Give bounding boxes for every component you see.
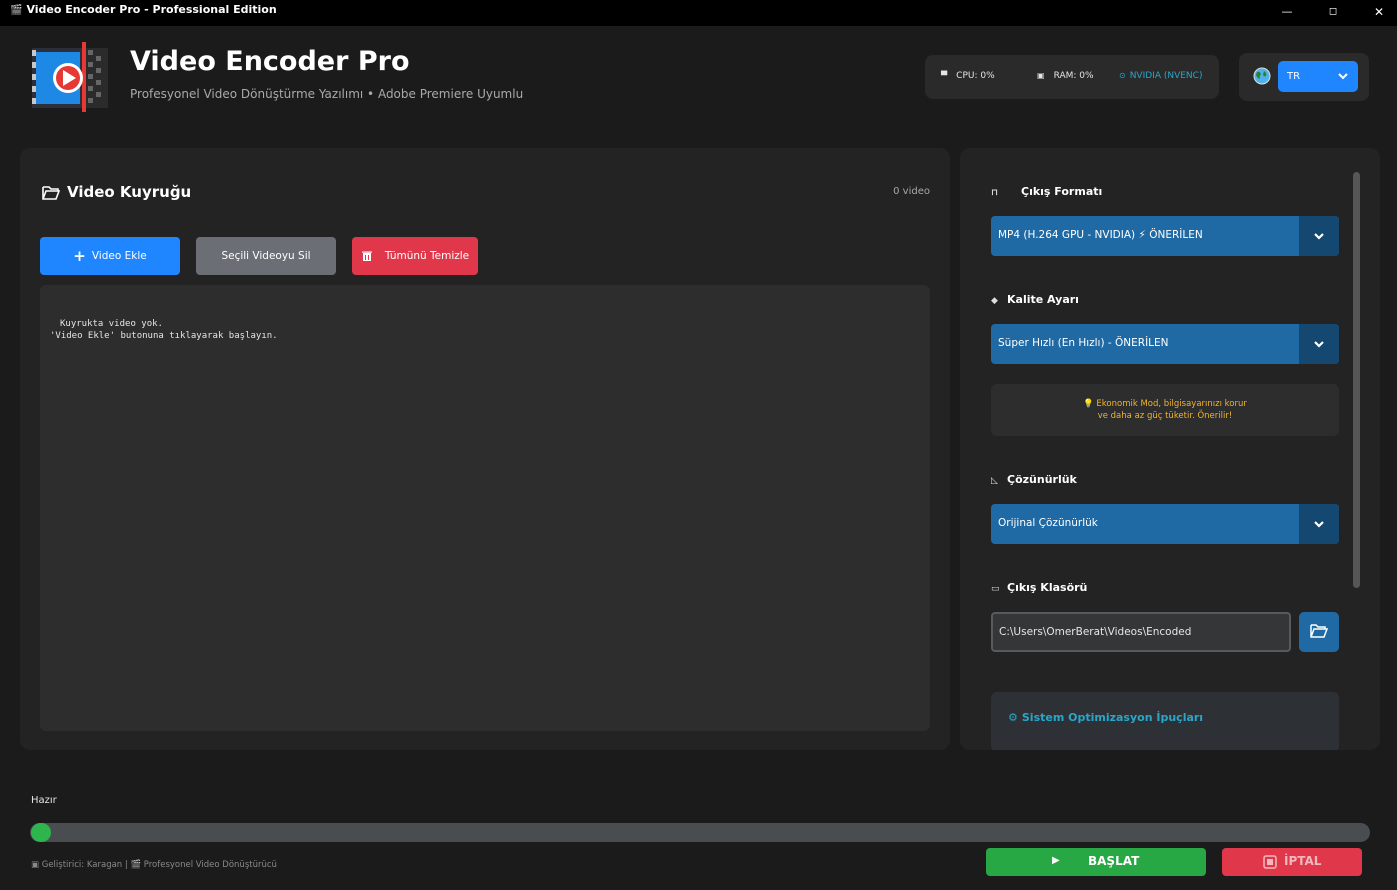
quality-dropdown[interactable]: Süper Hızlı (En Hızlı) - ÖNERİLEN xyxy=(991,324,1339,364)
language-box: TR xyxy=(1239,53,1369,101)
economy-mode-tip: 💡 Ekonomik Mod, bilgisayarınızı korur ve… xyxy=(991,384,1339,436)
cpu-usage: ▀ CPU: 0% xyxy=(941,71,995,81)
minimize-button[interactable]: — xyxy=(1264,0,1310,26)
footer-credits: ▣ Geliştirici: Karagan | 🎬 Profesyonel V… xyxy=(31,860,277,870)
start-button[interactable]: ▶ BAŞLAT xyxy=(986,848,1206,876)
folder-open-icon xyxy=(1310,624,1328,638)
queue-title: Video Kuyruğu xyxy=(67,183,192,201)
close-button[interactable]: ✕ xyxy=(1356,0,1397,26)
optimization-title: ⚙ Sistem Optimizasyon İpuçları xyxy=(1008,711,1204,724)
film-icon: ⊓ xyxy=(991,188,999,198)
developer-icon: ▣ xyxy=(31,860,42,870)
maximize-button[interactable]: ◻ xyxy=(1310,0,1356,26)
gear-icon: ⚙ xyxy=(1008,711,1018,724)
globe-icon xyxy=(1253,67,1271,85)
ruler-icon: ◺ xyxy=(991,476,998,486)
browse-folder-button[interactable] xyxy=(1299,612,1339,652)
add-video-button[interactable]: + Video Ekle xyxy=(40,237,180,275)
output-folder-input[interactable]: C:\Users\OmerBerat\Videos\Encoded xyxy=(991,612,1291,652)
chevron-down-icon xyxy=(1338,73,1348,80)
progress-fill xyxy=(31,823,51,842)
cancel-button[interactable]: İPTAL xyxy=(1222,848,1362,876)
quality-dropdown-arrow[interactable] xyxy=(1299,324,1339,364)
system-monitor: ▀ CPU: 0% ▣ RAM: 0% ⊙ NVIDIA (NVENC) xyxy=(925,55,1219,99)
trash-icon xyxy=(361,251,372,261)
chevron-down-icon xyxy=(1314,521,1324,528)
app-title: Video Encoder Pro xyxy=(130,46,410,77)
gpu-icon: ⊙ xyxy=(1119,71,1126,80)
output-format-dropdown[interactable]: MP4 (H.264 GPU - NVIDIA) ⚡ ÖNERİLEN xyxy=(991,216,1339,256)
diamond-icon: ◆ xyxy=(991,296,998,306)
cpu-icon: ▀ xyxy=(941,71,948,80)
video-queue-list[interactable]: Kuyrukta video yok. 'Video Ekle' butonun… xyxy=(40,285,930,731)
app-logo xyxy=(30,42,110,112)
optimization-tips-box: ⚙ Sistem Optimizasyon İpuçları xyxy=(991,692,1339,750)
chevron-down-icon xyxy=(1314,341,1324,348)
output-folder-label: ▭ Çıkış Klasörü xyxy=(991,581,1088,594)
resolution-dropdown-arrow[interactable] xyxy=(1299,504,1339,544)
language-select[interactable]: TR xyxy=(1278,61,1358,92)
ram-icon: ▣ xyxy=(1037,71,1045,80)
ram-usage: ▣ RAM: 0% xyxy=(1037,71,1094,81)
clear-all-button[interactable]: Tümünü Temizle xyxy=(352,237,478,275)
window-title: 🎬 Video Encoder Pro - Professional Editio… xyxy=(10,3,277,16)
format-dropdown-arrow[interactable] xyxy=(1299,216,1339,256)
stop-icon xyxy=(1263,855,1277,869)
title-bar: 🎬 Video Encoder Pro - Professional Editio… xyxy=(0,0,1397,26)
settings-panel: ⊓ Çıkış Formatı MP4 (H.264 GPU - NVIDIA) … xyxy=(960,148,1380,750)
delete-selected-button[interactable]: Seçili Videoyu Sil xyxy=(196,237,336,275)
settings-scrollbar[interactable] xyxy=(1353,172,1360,588)
folder-open-icon xyxy=(42,186,60,200)
empty-queue-message: Kuyrukta video yok. xyxy=(60,319,163,329)
chevron-down-icon xyxy=(1314,233,1324,240)
folder-icon: ▭ xyxy=(991,584,1000,594)
gpu-info: ⊙ NVIDIA (NVENC) xyxy=(1119,71,1203,81)
empty-queue-hint: 'Video Ekle' butonuna tıklayarak başlayı… xyxy=(50,331,278,341)
app-subtitle: Profesyonel Video Dönüştürme Yazılımı • … xyxy=(130,87,524,101)
plus-icon: + xyxy=(73,247,86,265)
quality-label: ◆ Kalite Ayarı xyxy=(991,293,1079,306)
queue-count: 0 video xyxy=(893,186,930,197)
status-text: Hazır xyxy=(31,795,57,806)
resolution-dropdown[interactable]: Orijinal Çözünürlük xyxy=(991,504,1339,544)
play-icon: ▶ xyxy=(1052,855,1060,866)
output-format-label: ⊓ Çıkış Formatı xyxy=(991,185,1103,198)
clapperboard-icon: 🎬 xyxy=(10,5,23,16)
progress-bar xyxy=(30,823,1370,842)
resolution-label: ◺ Çözünürlük xyxy=(991,473,1077,486)
video-queue-panel: Video Kuyruğu 0 video + Video Ekle Seçili… xyxy=(20,148,950,750)
